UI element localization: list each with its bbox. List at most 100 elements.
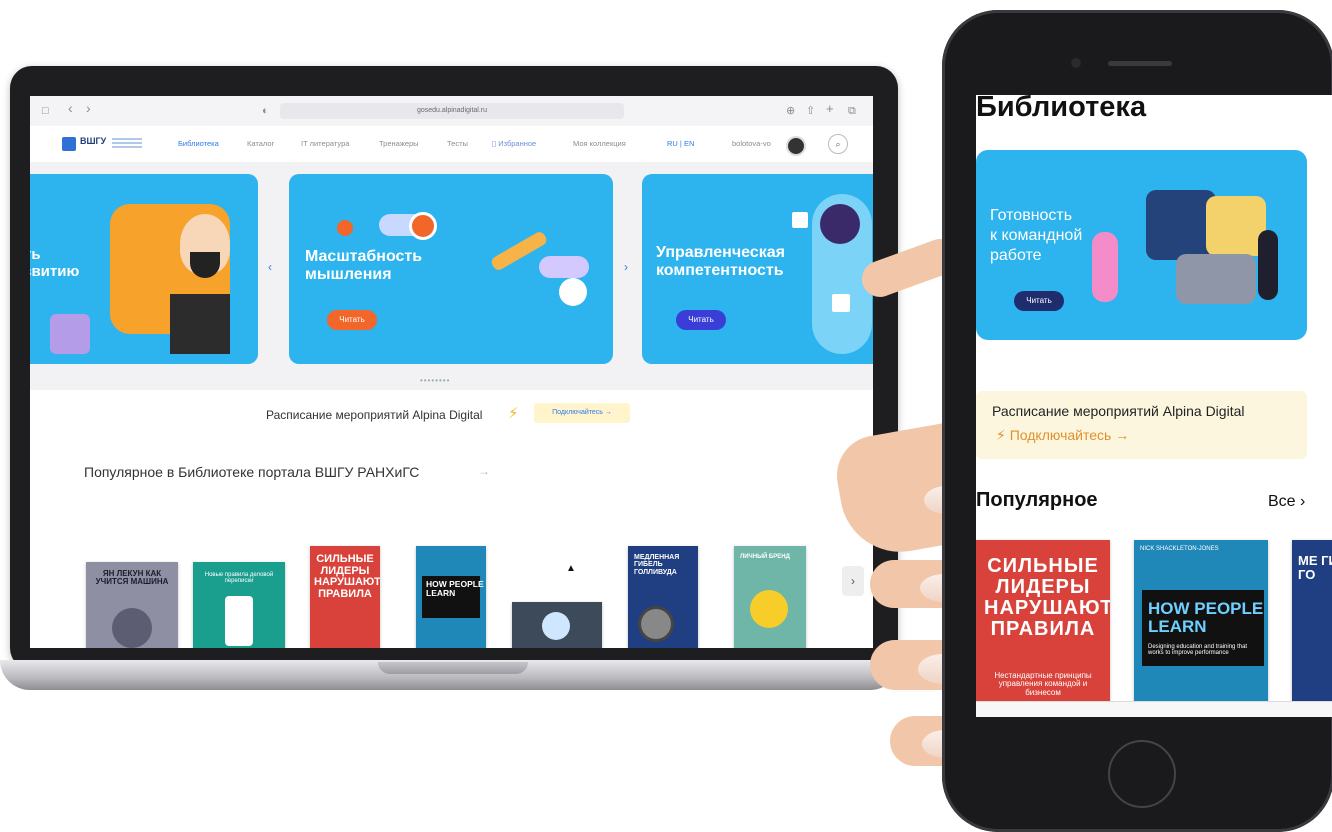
- phone-screen: Библиотека Готовность к командной работе…: [976, 95, 1332, 717]
- puzzle-piece-gray: [1176, 254, 1256, 304]
- carousel-prev-arrow[interactable]: ‹: [268, 260, 272, 274]
- banner-2-title-line-2: мышления: [305, 266, 392, 284]
- puzzle-piece-yellow: [1206, 196, 1266, 256]
- search-icon[interactable]: ⌕: [828, 134, 848, 154]
- emoji-illustration: [750, 590, 788, 628]
- banner-3-title-line-1: Управленческая: [656, 244, 785, 261]
- nav-trainers[interactable]: Тренажеры: [379, 139, 419, 148]
- banner-title: Готовность к командной работе: [990, 206, 1082, 266]
- shield-icon[interactable]: ◐: [262, 104, 269, 118]
- brain-illustration: [112, 608, 152, 648]
- book-cover-correspondence[interactable]: Новые правила деловой переписки: [193, 562, 285, 648]
- banner-teamwork[interactable]: Готовность к командной работе Читать: [976, 150, 1307, 340]
- nav-favorites[interactable]: ▯ Избранное: [492, 139, 536, 148]
- illustration-cloud-2: [539, 256, 589, 278]
- books-next-arrow[interactable]: ›: [842, 566, 864, 596]
- illustration-hair: [820, 204, 860, 244]
- tab-bar: [976, 701, 1332, 717]
- illustration-circle: [559, 278, 587, 306]
- banner-1-title-line-2: звитию: [30, 263, 80, 281]
- connect-button[interactable]: Подключайтесь →: [534, 403, 630, 423]
- book-title: СИЛЬНЫЕ ЛИДЕРЫ НАРУШАЮТ ПРАВИЛА: [984, 555, 1110, 640]
- book-title: МЕ ГИ ГО: [1298, 553, 1332, 582]
- book-title: HOW PEOPLE LEARN: [426, 579, 484, 598]
- sidebar-icon[interactable]: □: [42, 104, 49, 118]
- book-title: ЛИЧНЫЙ БРЕНД: [740, 554, 790, 560]
- mouse-cursor-icon: ▲: [566, 563, 576, 574]
- new-tab-icon[interactable]: +: [826, 102, 834, 116]
- nav-favorites-label: Избранное: [498, 139, 537, 148]
- nav-tests[interactable]: Тесты: [447, 139, 468, 148]
- book-cover-hollywood[interactable]: МЕДЛЕННАЯ ГИБЕЛЬ ГОЛЛИВУДА: [628, 546, 698, 648]
- book-cover-how-people-learn[interactable]: HOW PEOPLE LEARN: [416, 546, 486, 648]
- address-bar[interactable]: gosedu.alpinadigital.ru: [280, 103, 624, 119]
- book-title: HOW PEOPLE LEARN: [1148, 599, 1264, 636]
- book-subtitle: Designing education and training that wo…: [1148, 644, 1248, 657]
- banner-1-title-line-1: ть: [30, 246, 41, 263]
- book-cover-strong-leaders[interactable]: СИЛЬНЫЕ ЛИДЕРЫ НАРУШАЮТ ПРАВИЛА Нестанда…: [976, 540, 1110, 705]
- book-cover-lecun[interactable]: ЯН ЛЕКУН КАК УЧИТСЯ МАШИНА: [86, 562, 178, 648]
- logo-subtitle: [112, 138, 142, 148]
- film-reel-illustration: [638, 606, 674, 642]
- download-icon[interactable]: ⊕: [786, 104, 795, 118]
- logo-text: ВШГУ: [80, 136, 107, 146]
- banner-scale-thinking[interactable]: Масштабность мышления Читать: [289, 174, 613, 364]
- banner-development[interactable]: ть звитию: [30, 174, 258, 364]
- tabs-overview-icon[interactable]: ⧉: [848, 104, 856, 118]
- banner-2-read-button[interactable]: Читать: [327, 310, 377, 330]
- back-icon[interactable]: ‹: [68, 101, 73, 115]
- banner-3-title-line-2: компетентность: [656, 262, 784, 280]
- book-cover-video[interactable]: [512, 602, 602, 648]
- popular-heading: Популярное: [976, 489, 1098, 511]
- banner-2-title-line-1: Масштабность: [305, 248, 423, 265]
- banner-1-title: ть звитию: [30, 246, 79, 281]
- nav-catalog[interactable]: Каталог: [247, 139, 274, 148]
- share-icon[interactable]: ⇧: [806, 104, 815, 118]
- home-button[interactable]: [1108, 740, 1176, 808]
- banner-title-line-3: работе: [990, 247, 1042, 264]
- schedule-text: Расписание мероприятий Alpina Digital: [992, 403, 1245, 419]
- avatar[interactable]: [786, 136, 806, 156]
- illustration-tablet: [50, 314, 90, 354]
- book-title: Новые правила деловой переписки: [204, 572, 274, 585]
- connect-link[interactable]: ⚡ Подключайтесь →: [996, 427, 1129, 444]
- language-switch[interactable]: RU | EN: [667, 139, 694, 148]
- laptop-screen: □ ‹ › ◐ gosedu.alpinadigital.ru ⊕ ⇧ + ⧉ …: [30, 96, 873, 648]
- nav-it-literature[interactable]: IT литература: [301, 139, 349, 148]
- phone-illustration: [225, 596, 253, 646]
- banner-management-competence[interactable]: Управленческая компетентность Читать: [642, 174, 873, 364]
- book-title: ЯН ЛЕКУН КАК УЧИТСЯ МАШИНА: [95, 569, 169, 587]
- person-pink: [1092, 232, 1118, 302]
- banner-3-title: Управленческая компетентность: [656, 244, 785, 281]
- logo[interactable]: ВШГУ: [62, 136, 142, 152]
- illustration-target: [409, 212, 437, 240]
- book-title: МЕДЛЕННАЯ ГИБЕЛЬ ГОЛЛИВУДА: [634, 554, 680, 576]
- schedule-card[interactable]: Расписание мероприятий Alpina Digital ⚡ …: [976, 391, 1307, 459]
- book-cover-how-people-learn[interactable]: NICK SHACKLETON-JONES HOW PEOPLE LEARN D…: [1134, 540, 1268, 705]
- username[interactable]: bolotova-vo: [732, 139, 771, 148]
- arrow-right-icon[interactable]: →: [478, 464, 490, 478]
- book-cover-personal-brand[interactable]: ЛИЧНЫЙ БРЕНД: [734, 546, 806, 648]
- person-dark: [1258, 230, 1278, 300]
- book-cover-hollywood[interactable]: МЕ ГИ ГО: [1292, 540, 1332, 705]
- browser-toolbar: □ ‹ › ◐ gosedu.alpinadigital.ru ⊕ ⇧ + ⧉: [30, 96, 873, 127]
- nav-my-collection[interactable]: Моя коллекция: [573, 139, 626, 148]
- forward-icon[interactable]: ›: [86, 101, 91, 115]
- lightning-icon: ⚡: [508, 405, 519, 422]
- camera-icon: [1071, 58, 1081, 68]
- nav-library[interactable]: Библиотека: [178, 139, 219, 148]
- book-cover-strong-leaders[interactable]: СИЛЬНЫЕ ЛИДЕРЫ НАРУШАЮТ ПРАВИЛА: [310, 546, 380, 648]
- carousel-next-arrow[interactable]: ›: [624, 260, 628, 274]
- speaker: [1108, 61, 1172, 66]
- laptop-notch: [378, 662, 528, 674]
- read-button[interactable]: Читать: [1014, 291, 1064, 311]
- logo-mark: [62, 137, 76, 151]
- illustration-plant-pot: [170, 294, 230, 354]
- banner-2-title: Масштабность мышления: [305, 248, 422, 285]
- popular-heading[interactable]: Популярное в Библиотеке портала ВШГУ РАН…: [84, 464, 419, 480]
- site-header: ВШГУ Библиотека Каталог IT литература Тр…: [30, 126, 873, 163]
- see-all-link[interactable]: Все ›: [1268, 493, 1305, 511]
- banner-3-read-button[interactable]: Читать: [676, 310, 726, 330]
- clipboard-icon: [542, 612, 570, 640]
- carousel-dots[interactable]: ••••••••: [420, 376, 450, 385]
